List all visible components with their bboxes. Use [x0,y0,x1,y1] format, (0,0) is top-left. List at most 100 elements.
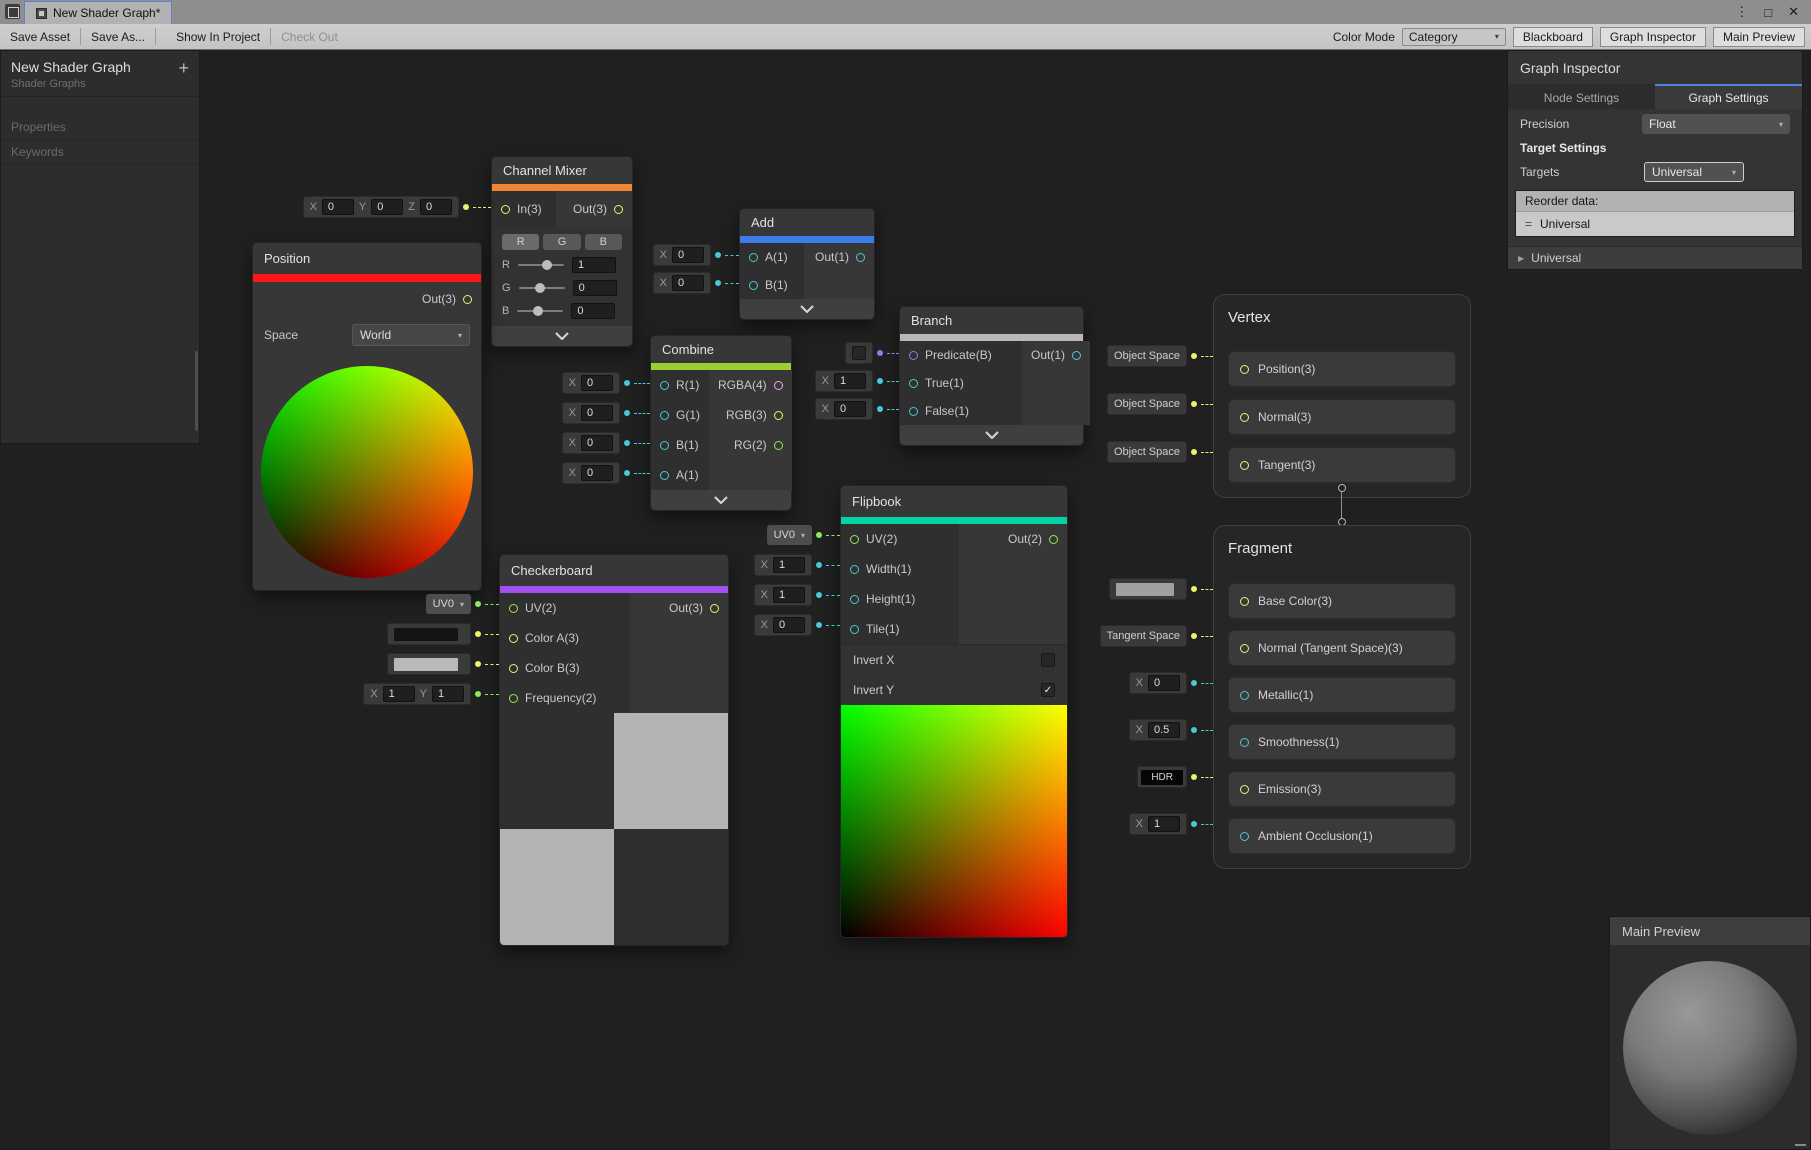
maximize-icon[interactable]: □ [1764,5,1772,20]
port-rgb[interactable] [774,411,783,420]
port-height[interactable] [850,595,859,604]
collapse-chevron-icon[interactable] [740,299,874,319]
node-checkerboard[interactable]: Checkerboard UV(2) Color A(3) Color B(3)… [499,554,729,946]
drag-handle-icon[interactable]: = [1525,217,1532,231]
r-field[interactable]: 0 [581,375,613,391]
a-field[interactable]: 0 [581,465,613,481]
r-value-field[interactable]: 1 [572,257,616,273]
node-branch[interactable]: Branch Predicate(B) True(1) False(1) Out… [899,306,1084,446]
port-true[interactable] [909,379,918,388]
blackboard-section-keywords[interactable]: Keywords [1,140,199,165]
r-slider[interactable] [518,264,564,266]
space-dropdown[interactable]: World ▾ [352,324,470,346]
node-position[interactable]: Position Out(3) Space World ▾ [252,242,482,591]
main-preview-toggle-button[interactable]: Main Preview [1713,27,1805,47]
smoothness-field[interactable]: 0.5 [1148,722,1180,738]
frequency-y-field[interactable]: 1 [432,686,464,702]
fragment-normal-row[interactable]: Normal (Tangent Space)(3) [1228,630,1456,666]
port-out[interactable] [614,205,623,214]
port-metallic[interactable] [1240,691,1249,700]
save-as-button[interactable]: Save As... [81,24,155,49]
tab-node-settings[interactable]: Node Settings [1508,84,1655,109]
z-field[interactable]: 0 [420,199,452,215]
port-r[interactable] [660,381,669,390]
reorder-item-universal[interactable]: = Universal [1516,211,1794,236]
graph-inspector-toggle-button[interactable]: Graph Inspector [1600,27,1706,47]
fragment-smoothness-row[interactable]: Smoothness(1) [1228,724,1456,760]
show-in-project-button[interactable]: Show In Project [166,24,270,49]
port-out[interactable] [856,253,865,262]
port-color-a[interactable] [509,634,518,643]
save-asset-button[interactable]: Save Asset [0,24,80,49]
port-false[interactable] [909,407,918,416]
shader-preview-sphere[interactable] [1623,961,1797,1135]
collapse-chevron-icon[interactable] [900,425,1083,445]
port-tangent[interactable] [1240,461,1249,470]
port-out[interactable] [1049,535,1058,544]
channel-button-g[interactable]: G [543,234,580,250]
channel-button-b[interactable]: B [585,234,622,250]
precision-dropdown[interactable]: Float ▾ [1642,114,1790,134]
fragment-ao-row[interactable]: Ambient Occlusion(1) [1228,818,1456,854]
port-base-color[interactable] [1240,597,1249,606]
port-a[interactable] [749,253,758,262]
document-tab[interactable]: New Shader Graph* [24,1,172,24]
false-field[interactable]: 0 [834,401,866,417]
add-property-button[interactable]: + [178,61,189,75]
ao-field[interactable]: 1 [1148,816,1180,832]
invert-y-checkbox[interactable]: ✓ [1041,683,1055,697]
color-b-swatch[interactable] [394,658,458,671]
base-color-swatch[interactable] [1116,583,1174,596]
port-frequency[interactable] [509,694,518,703]
b-value-field[interactable]: 0 [571,303,615,319]
y-field[interactable]: 0 [371,199,403,215]
b-slider[interactable] [517,310,563,312]
tab-graph-settings[interactable]: Graph Settings [1655,84,1802,109]
port-rgba[interactable] [774,381,783,390]
g-value-field[interactable]: 0 [573,280,617,296]
port-uv[interactable] [509,604,518,613]
port-out[interactable] [710,604,719,613]
port-normal-ts[interactable] [1240,644,1249,653]
port-emission[interactable] [1240,785,1249,794]
hdr-color-swatch[interactable]: HDR [1141,770,1183,785]
universal-foldout[interactable]: ▶ Universal [1508,246,1802,269]
tile-field[interactable]: 0 [773,617,805,633]
space-dropdown[interactable]: Object Space [1107,345,1187,367]
color-a-swatch[interactable] [394,628,458,641]
port-in[interactable] [501,205,510,214]
node-combine[interactable]: Combine R(1) G(1) B(1) A(1) RGBA(4) RGB(… [650,335,792,511]
space-dropdown[interactable]: Tangent Space [1100,625,1187,647]
port-uv[interactable] [850,535,859,544]
space-dropdown[interactable]: Object Space [1107,393,1187,415]
port-b[interactable] [660,441,669,450]
port-ambient-occlusion[interactable] [1240,832,1249,841]
uv-channel-dropdown[interactable]: UV0 ▾ [426,594,471,614]
port-b[interactable] [749,281,758,290]
b-field[interactable]: 0 [581,435,613,451]
close-icon[interactable]: ✕ [1788,4,1799,20]
collapse-chevron-icon[interactable] [492,326,632,346]
port-width[interactable] [850,565,859,574]
port-position[interactable] [1240,365,1249,374]
metallic-field[interactable]: 0 [1148,675,1180,691]
vertex-position-row[interactable]: Position(3) [1228,351,1456,387]
vertex-tangent-row[interactable]: Tangent(3) [1228,447,1456,483]
blackboard-toggle-button[interactable]: Blackboard [1513,27,1593,47]
window-menu-icon[interactable]: ⋮ [1735,4,1748,20]
uv-channel-dropdown[interactable]: UV0 ▾ [767,525,812,545]
space-dropdown[interactable]: Object Space [1107,441,1187,463]
predicate-checkbox[interactable] [852,346,866,360]
g-slider[interactable] [519,287,565,289]
blackboard-section-properties[interactable]: Properties [1,115,199,140]
true-field[interactable]: 1 [834,373,866,389]
vertex-normal-row[interactable]: Normal(3) [1228,399,1456,435]
width-field[interactable]: 1 [773,557,805,573]
port-out[interactable] [463,295,472,304]
fragment-metallic-row[interactable]: Metallic(1) [1228,677,1456,713]
node-flipbook[interactable]: Flipbook UV(2) Width(1) Height(1) Tile(1… [840,485,1068,938]
port-color-b[interactable] [509,664,518,673]
port-a[interactable] [660,471,669,480]
node-channel-mixer[interactable]: Channel Mixer In(3) Out(3) R G B R 1 G [491,156,633,347]
b-field[interactable]: 0 [672,275,704,291]
